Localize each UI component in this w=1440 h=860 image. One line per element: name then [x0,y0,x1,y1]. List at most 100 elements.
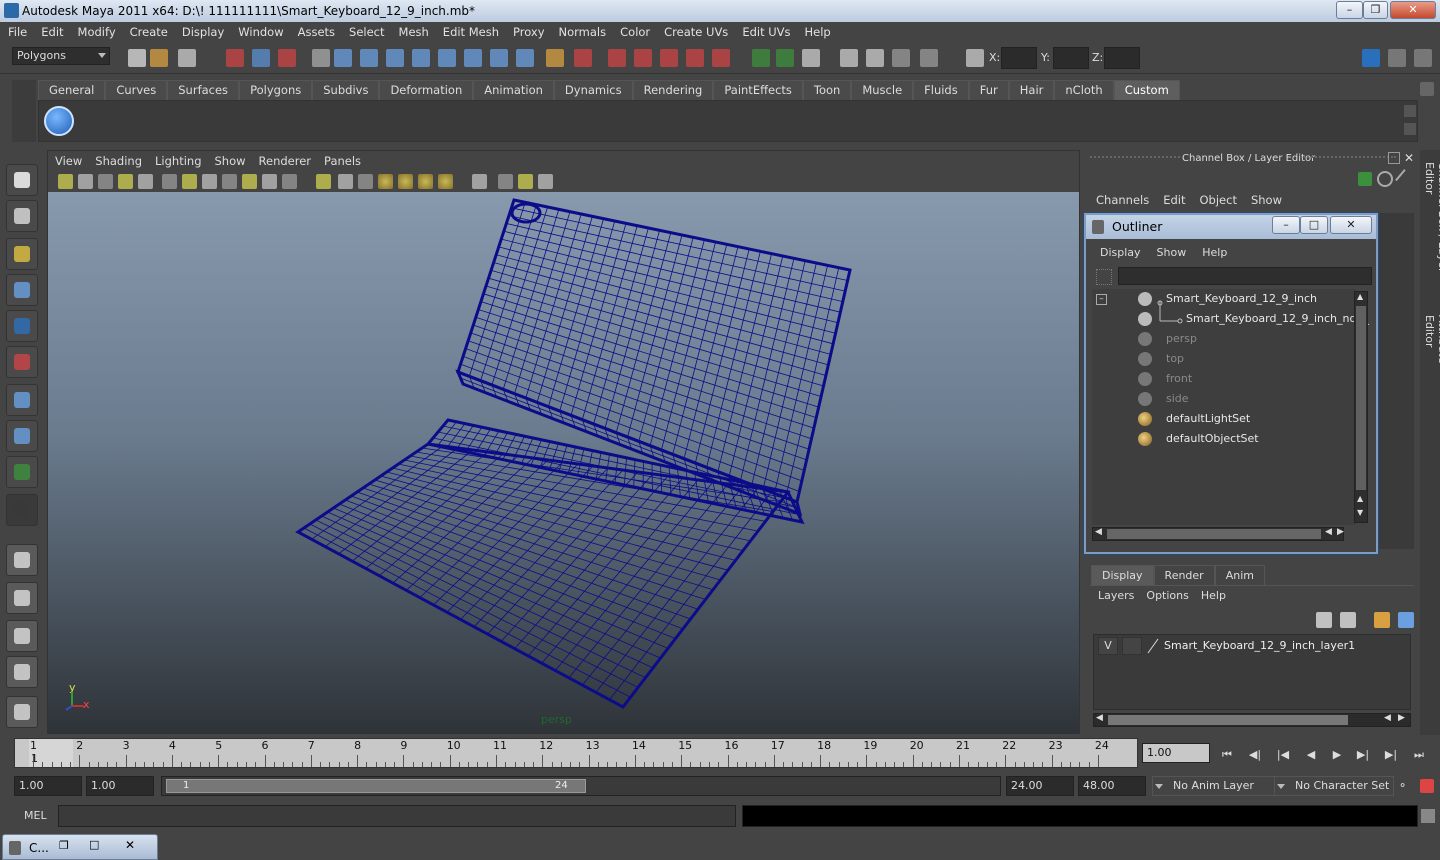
shelf-tab-animation[interactable]: Animation [473,80,554,100]
scroll-down-icon[interactable]: ▼ [1357,508,1363,517]
side-tab-attribute-editor[interactable]: Attribute Editor [1423,315,1440,395]
layer-menu-layers[interactable]: Layers [1098,589,1134,602]
menu-file[interactable]: File [8,25,27,39]
viewport-menu-shading[interactable]: Shading [95,154,142,168]
side-tab-channel-box[interactable]: Channel Box / Layer Editor [1423,162,1440,292]
camera-clipboard-icon[interactable] [802,49,820,67]
shelf-tab-fur[interactable]: Fur [968,80,1009,100]
shelf-handle[interactable] [12,80,36,142]
scroll-thumb-vertical[interactable] [1356,306,1366,490]
shelf-tab-surfaces[interactable]: Surfaces [167,80,240,100]
move-layer-down-icon[interactable] [1340,612,1356,628]
menu-proxy[interactable]: Proxy [513,25,545,39]
playback-end-field[interactable]: 24.00 [1006,776,1074,796]
persp-outliner-layout-icon[interactable] [6,620,38,652]
bookmark-icon[interactable] [78,174,93,189]
menu-mesh[interactable]: Mesh [399,25,429,39]
hypershade-icon[interactable] [686,49,704,67]
x-input[interactable] [1001,47,1037,69]
menu-modify[interactable]: Modify [78,25,116,39]
outliner-item[interactable]: top [1092,349,1354,369]
select-component-icon[interactable] [278,49,296,67]
layer-color-swatch[interactable] [1146,637,1160,655]
outliner-item[interactable]: Smart_Keyboard_12_9_inch_nd1_ [1092,309,1369,329]
animation-start-field[interactable]: 1.00 [14,776,82,796]
rotate-icon[interactable] [1377,171,1393,187]
shelf-tab-hair[interactable]: Hair [1008,80,1055,100]
viewport-menu-show[interactable]: Show [215,154,246,168]
channel-box-menu-object[interactable]: Object [1200,193,1237,207]
outliner-filter-icon[interactable] [1096,269,1112,285]
isolate-select-icon[interactable] [472,174,487,189]
checkmark-icon[interactable] [44,106,74,136]
layer-visibility-toggle[interactable]: V [1098,637,1118,655]
wireframe-on-shaded-icon[interactable] [358,174,373,189]
pin-icon[interactable] [1395,169,1415,189]
menu-select[interactable]: Select [349,25,384,39]
command-input[interactable] [58,805,736,827]
select-hierarchy-icon[interactable] [226,49,244,67]
film-gate-icon[interactable] [182,174,197,189]
trash-icon[interactable] [1420,82,1434,96]
move-layer-up-icon[interactable] [1316,612,1332,628]
current-time-field[interactable]: 1.00 [1142,743,1210,763]
outliner-scroll-right-icon[interactable]: ▶ [1337,527,1344,537]
shelf-scroll-up-icon[interactable] [1404,105,1416,117]
minimized-window[interactable]: C... ❐ □ ✕ [2,834,158,860]
shelf-tab-ncloth[interactable]: nCloth [1054,80,1114,100]
menu-display[interactable]: Display [182,25,224,39]
channel-box-menu-show[interactable]: Show [1251,193,1282,207]
menu-window[interactable]: Window [238,25,283,39]
lock-icon[interactable] [546,49,564,67]
outliner-horizontal-scrollbar[interactable]: ◀ ◀ ▶ [1092,527,1344,541]
select-tool-icon[interactable] [6,164,38,196]
camera-frame-icon[interactable] [776,49,794,67]
play-forwards-icon[interactable]: ▶ [1330,748,1344,762]
panel-grip-right[interactable] [1304,156,1396,160]
shelf-tab-muscle[interactable]: Muscle [851,80,914,100]
move-tool-icon[interactable] [6,274,38,306]
scroll-up-end-icon[interactable]: ▲ [1357,494,1363,503]
input-output-icon[interactable] [490,49,508,67]
film-icon[interactable] [840,49,858,67]
render-settings-icon[interactable] [660,49,678,67]
outliner-vertical-scrollbar[interactable]: ▲ ▲ ▼ [1354,291,1368,523]
character-set-dropdown[interactable]: No Character Set [1274,776,1394,796]
four-view-layout-icon[interactable] [6,582,38,614]
outliner-minimize-button[interactable]: – [1272,216,1300,234]
shelf-tab-subdivs[interactable]: Subdivs [312,80,380,100]
camera-icon[interactable] [752,49,770,67]
xray-icon[interactable] [498,174,513,189]
render-icon[interactable] [608,49,626,67]
shelf-tab-polygons[interactable]: Polygons [239,80,313,100]
field-chart-icon[interactable] [242,174,257,189]
menu-edit-uvs[interactable]: Edit UVs [742,25,790,39]
shelf-scroll-down-icon[interactable] [1404,123,1416,135]
scroll-left-icon[interactable]: ◀ [1096,713,1103,723]
snap-together-icon[interactable] [966,49,984,67]
layer-type-toggle[interactable] [1122,637,1142,655]
outliner-menu-display[interactable]: Display [1100,246,1141,259]
shelf-tab-curves[interactable]: Curves [105,80,168,100]
menu-create-uvs[interactable]: Create UVs [664,25,728,39]
play-backwards-icon[interactable]: ◀ [1304,748,1318,762]
backface-culling-icon[interactable] [538,174,553,189]
create-layer-from-selected-icon[interactable] [1398,612,1414,628]
safe-action-icon[interactable] [262,174,277,189]
toggle-tool-settings-icon[interactable] [1388,49,1406,67]
scroll-up-icon[interactable]: ▲ [1357,292,1363,301]
menu-edit-mesh[interactable]: Edit Mesh [443,25,499,39]
outliner-close-button[interactable]: ✕ [1330,216,1372,234]
animation-end-field[interactable]: 48.00 [1078,776,1146,796]
grid-icon[interactable] [162,174,177,189]
menu-normals[interactable]: Normals [559,25,607,39]
close-icon[interactable]: ✕ [125,838,135,852]
shelf-tab-deformation[interactable]: Deformation [379,80,474,100]
use-all-lights-icon[interactable] [398,174,413,189]
step-forward-frame-icon[interactable]: ▶| [1384,748,1398,762]
range-track[interactable]: 1 24 [161,776,1001,796]
snap-point-icon[interactable] [386,49,404,67]
safe-title-icon[interactable] [282,174,297,189]
step-back-frame-icon[interactable]: ◀| [1248,748,1262,762]
layer-menu-help[interactable]: Help [1201,589,1226,602]
